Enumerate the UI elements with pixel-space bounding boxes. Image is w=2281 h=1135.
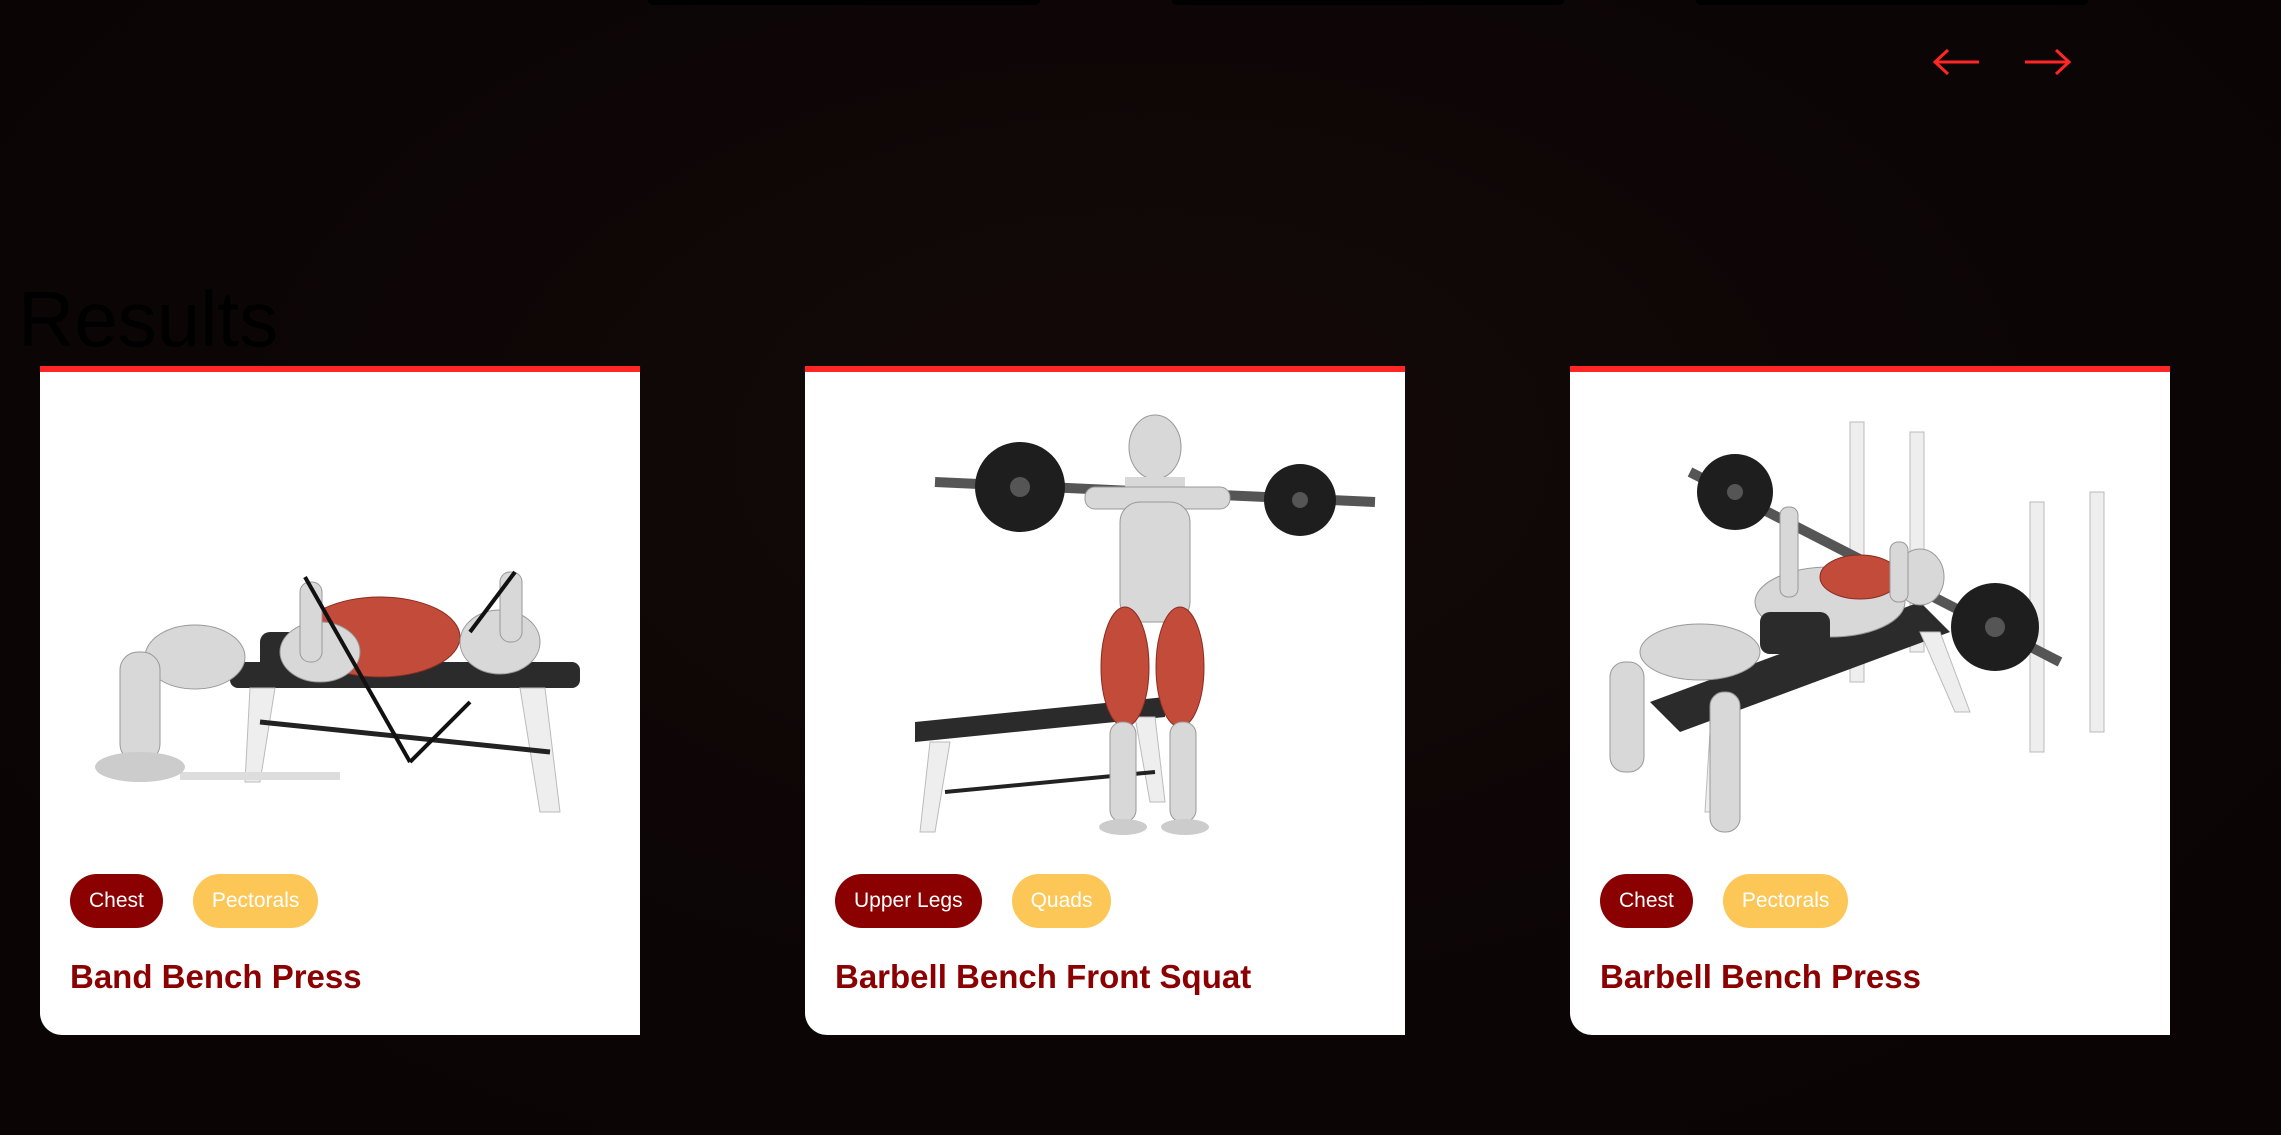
band-bench-press-illustration <box>60 392 620 862</box>
carousel-prev-button[interactable] <box>1930 40 1984 84</box>
body-part-tag[interactable]: Upper Legs <box>835 874 982 928</box>
carousel-card-edge <box>1172 0 1564 5</box>
card-tags: Chest Pectorals <box>1600 874 1849 928</box>
card-tags: Chest Pectorals <box>70 874 319 928</box>
left-arrow-icon <box>1932 48 1979 76</box>
page: Results Chest Pectorals Band Bench Press… <box>0 0 2281 1135</box>
target-muscle-tag[interactable]: Quads <box>1011 874 1112 928</box>
target-muscle-tag[interactable]: Pectorals <box>192 874 319 928</box>
exercise-name: Barbell Bench Front Squat <box>835 958 1252 995</box>
body-part-tag[interactable]: Chest <box>70 874 163 928</box>
body-part-tag[interactable]: Chest <box>1600 874 1693 928</box>
results-heading: Results <box>18 275 279 363</box>
exercise-name: Barbell Bench Press <box>1600 958 1921 995</box>
exercise-image <box>95 570 580 813</box>
carousel-next-button[interactable] <box>2020 40 2074 84</box>
exercise-name: Band Bench Press <box>70 958 362 995</box>
exercise-card[interactable]: Chest Pectorals Barbell Bench Press <box>1570 366 2170 1035</box>
barbell-bench-front-squat-illustration <box>825 392 1385 862</box>
exercise-card[interactable]: Chest Pectorals Band Bench Press <box>40 366 640 1035</box>
exercise-image <box>1609 421 2105 833</box>
right-arrow-icon <box>2025 48 2072 76</box>
exercise-image <box>915 414 1376 835</box>
carousel-card-edge <box>648 0 1040 5</box>
barbell-bench-press-illustration <box>1590 392 2150 862</box>
target-muscle-tag[interactable]: Pectorals <box>1722 874 1849 928</box>
exercise-card[interactable]: Upper Legs Quads Barbell Bench Front Squ… <box>805 366 1405 1035</box>
card-tags: Upper Legs Quads <box>835 874 1112 928</box>
exercise-card-list: Chest Pectorals Band Bench Press Upper L… <box>40 366 2171 1035</box>
carousel-card-edge <box>1696 0 2088 5</box>
